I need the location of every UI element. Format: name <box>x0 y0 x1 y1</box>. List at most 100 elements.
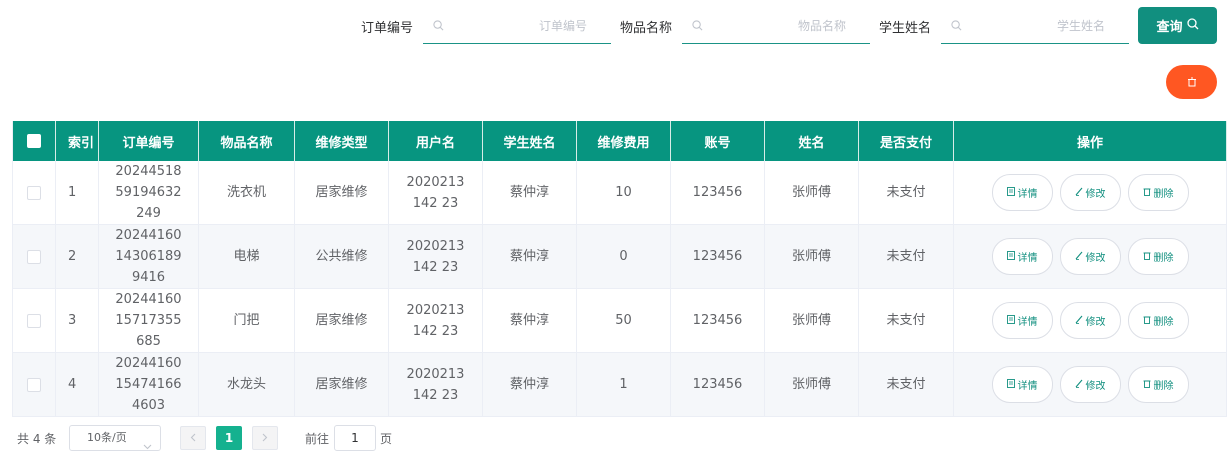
select-all-checkbox[interactable] <box>27 134 41 148</box>
pencil-icon <box>1075 315 1083 327</box>
header-account: 账号 <box>670 121 765 161</box>
edit-label: 修改 <box>1085 189 1106 200</box>
cell-account: 123456 <box>670 161 765 225</box>
pencil-icon <box>1075 251 1083 263</box>
chevron-down-icon <box>143 435 152 459</box>
row-select-cell[interactable] <box>12 288 56 353</box>
repair-order-table: 索引 订单编号 物品名称 维修类型 用户名 学生姓名 维修费用 账号 姓名 是否… <box>12 121 1227 417</box>
pencil-icon <box>1075 379 1083 391</box>
delete-button[interactable]: 删除 <box>1127 174 1189 211</box>
cell-student-name: 蔡仲淳 <box>482 352 577 417</box>
edit-button[interactable]: 修改 <box>1059 174 1121 211</box>
select-all-cell[interactable] <box>12 121 56 161</box>
detail-button[interactable]: 详情 <box>991 238 1053 275</box>
cell-name: 张师傅 <box>764 288 859 353</box>
row-select-cell[interactable] <box>12 352 56 417</box>
cell-name: 张师傅 <box>764 352 859 417</box>
student-name-field[interactable] <box>941 9 1129 44</box>
header-student-name: 学生姓名 <box>482 121 577 161</box>
cell-account: 123456 <box>670 224 765 289</box>
edit-label: 修改 <box>1085 317 1106 328</box>
next-page-button[interactable] <box>252 426 278 450</box>
cell-ops: 详情 修改 删除 <box>953 224 1227 289</box>
item-name-input[interactable] <box>712 15 846 37</box>
edit-button[interactable]: 修改 <box>1059 366 1121 403</box>
document-icon <box>1006 250 1015 263</box>
table-row: 1 2024451859194632249 洗衣机 居家维修 202021314… <box>12 161 1227 225</box>
cell-fee: 1 <box>576 352 671 417</box>
trash-icon <box>1143 315 1151 327</box>
cell-repair-type: 居家维修 <box>294 352 389 417</box>
chevron-right-icon <box>262 431 268 445</box>
search-icon <box>433 20 444 35</box>
goto-page-input[interactable] <box>334 425 376 451</box>
batch-delete-button[interactable] <box>1166 65 1217 99</box>
delete-label: 删除 <box>1153 253 1174 264</box>
detail-button[interactable]: 详情 <box>991 302 1053 339</box>
cell-paid: 未支付 <box>858 288 954 353</box>
search-icon <box>951 20 962 35</box>
item-name-field[interactable] <box>682 9 870 44</box>
query-button[interactable]: 查询 <box>1138 7 1217 44</box>
row-checkbox[interactable] <box>27 313 41 328</box>
query-button-label: 查询 <box>1156 20 1183 35</box>
trash-icon <box>1143 379 1151 391</box>
search-icon <box>692 20 703 35</box>
prev-page-button[interactable] <box>180 426 206 450</box>
order-no-input[interactable] <box>453 15 587 37</box>
search-bar: 订单编号 物品名称 学生姓名 查询 <box>0 7 1227 45</box>
cell-username: 2020213142 23 <box>388 352 483 417</box>
table-header-row: 索引 订单编号 物品名称 维修类型 用户名 学生姓名 维修费用 账号 姓名 是否… <box>12 121 1227 161</box>
edit-button[interactable]: 修改 <box>1059 238 1121 275</box>
cell-account: 123456 <box>670 288 765 353</box>
delete-button[interactable]: 删除 <box>1127 302 1189 339</box>
edit-label: 修改 <box>1085 381 1106 392</box>
cell-paid: 未支付 <box>858 161 954 225</box>
document-icon <box>1006 378 1015 391</box>
cell-student-name: 蔡仲淳 <box>482 288 577 353</box>
cell-index: 4 <box>55 352 99 417</box>
header-repair-type: 维修类型 <box>294 121 389 161</box>
page-size-value: 10条/页 <box>87 431 127 444</box>
page-number-current[interactable]: 1 <box>216 426 242 450</box>
delete-label: 删除 <box>1153 317 1174 328</box>
cell-fee: 10 <box>576 161 671 225</box>
row-checkbox[interactable] <box>27 249 41 264</box>
cell-username: 2020213142 23 <box>388 161 483 225</box>
delete-button[interactable]: 删除 <box>1127 238 1189 275</box>
row-select-cell[interactable] <box>12 224 56 289</box>
order-no-field[interactable] <box>423 9 611 44</box>
detail-button[interactable]: 详情 <box>991 174 1053 211</box>
row-checkbox[interactable] <box>27 185 41 200</box>
trash-icon <box>1143 251 1151 263</box>
cell-ops: 详情 修改 删除 <box>953 288 1227 353</box>
cell-index: 2 <box>55 224 99 289</box>
cell-repair-type: 居家维修 <box>294 288 389 353</box>
edit-button[interactable]: 修改 <box>1059 302 1121 339</box>
row-checkbox[interactable] <box>27 377 41 392</box>
page-size-select[interactable]: 10条/页 <box>69 425 161 451</box>
detail-button[interactable]: 详情 <box>991 366 1053 403</box>
row-select-cell[interactable] <box>12 161 56 225</box>
pencil-icon <box>1075 187 1083 199</box>
cell-item-name: 门把 <box>198 288 295 353</box>
cell-order-no: 20244160143061899416 <box>98 224 199 289</box>
trash-icon <box>1187 75 1197 90</box>
detail-label: 详情 <box>1017 189 1038 200</box>
delete-button[interactable]: 删除 <box>1127 366 1189 403</box>
search-icon <box>1186 17 1199 34</box>
table-row: 2 20244160143061899416 电梯 公共维修 202021314… <box>12 224 1227 289</box>
header-name: 姓名 <box>764 121 859 161</box>
goto-label: 前往 <box>305 432 330 446</box>
cell-order-no: 20244160154741664603 <box>98 352 199 417</box>
cell-item-name: 电梯 <box>198 224 295 289</box>
header-fee: 维修费用 <box>576 121 671 161</box>
student-name-input[interactable] <box>971 15 1105 37</box>
header-username: 用户名 <box>388 121 483 161</box>
delete-label: 删除 <box>1153 189 1174 200</box>
header-ops: 操作 <box>953 121 1227 161</box>
student-name-label: 学生姓名 <box>879 21 932 36</box>
edit-label: 修改 <box>1085 253 1106 264</box>
cell-fee: 50 <box>576 288 671 353</box>
delete-label: 删除 <box>1153 381 1174 392</box>
